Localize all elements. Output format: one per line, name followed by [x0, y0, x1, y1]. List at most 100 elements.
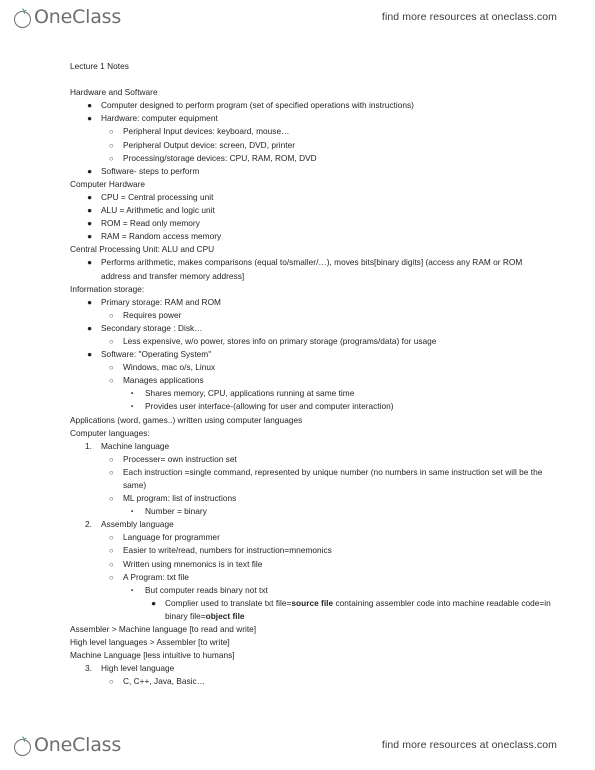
page-footer: OneClass find more resources at oneclass…: [0, 728, 595, 762]
notes-item-text: ML program: list of instructions: [123, 493, 237, 504]
notes-bullet-item: ● Software: "Operating System": [70, 348, 551, 361]
notes-item-text: Primary storage: RAM and ROM: [101, 296, 221, 307]
notes-item-text: C, C++, Java, Basic…: [123, 676, 206, 687]
notes-item-text: But computer reads binary not txt: [145, 584, 268, 595]
notes-item-text: A Program: txt file: [123, 571, 189, 582]
circle-bullet-icon: ○: [109, 533, 114, 543]
square-bullet-icon: ▪: [131, 390, 134, 398]
notes-item-text: Processing/storage devices: CPU, RAM, RO…: [123, 152, 317, 163]
oneclass-sprout-icon-footer: [14, 735, 33, 756]
notes-bullet-item: ○ Requires power: [70, 309, 551, 322]
notes-paragraph: Information storage:: [70, 283, 145, 294]
notes-item-text: ALU = Arithmetic and logic unit: [101, 205, 215, 216]
notes-item-text: Provides user interface-(allowing for us…: [145, 401, 394, 412]
notes-item-text: Easier to write/read, numbers for instru…: [123, 545, 332, 556]
circle-bullet-icon: ○: [109, 559, 114, 569]
notes-item-text: Hardware: computer equipment: [101, 113, 218, 124]
notes-paragraph: Assembler > Machine language [to read an…: [70, 624, 257, 635]
circle-bullet-icon: ○: [109, 336, 114, 346]
notes-item-text: Peripheral Output device: screen, DVD, p…: [123, 139, 296, 150]
notes-bullet-item: ● Software- steps to perform: [70, 165, 551, 178]
notes-bullet-item: ▪ Number = binary: [70, 505, 551, 518]
brand-wordmark-header: OneClass: [34, 5, 122, 28]
disc-bullet-icon: ●: [87, 205, 93, 216]
notes-item-text: Performs arithmetic, makes comparisons (…: [101, 257, 523, 281]
notes-bullet-item: ○ Processer= own instruction set: [70, 453, 551, 466]
notes-paragraph: Computer Hardware: [70, 178, 146, 189]
disc-bullet-icon: ●: [87, 100, 93, 111]
notes-bullet-item: ○ Less expensive, w/o power, stores info …: [70, 335, 551, 348]
notes-item-text: Written using mnemonics is in text file: [123, 558, 263, 569]
square-bullet-icon: ▪: [131, 403, 134, 411]
circle-bullet-icon: ○: [109, 546, 114, 556]
notes-item-text: RAM = Random access memory: [101, 231, 222, 242]
oneclass-sprout-icon: [14, 7, 33, 28]
disc-bullet-icon: ●: [87, 165, 93, 176]
disc-bullet-icon: ●: [87, 218, 93, 229]
notes-bullet-item: ○ Language for programmer: [70, 531, 551, 544]
notes-paragraph: Lecture 1 Notes: [70, 61, 129, 71]
brand-wordmark-footer: OneClass: [34, 733, 122, 756]
disc-bullet-icon: ●: [151, 597, 157, 608]
notes-paragraph: Machine Language [less intuitive to huma…: [70, 650, 235, 661]
promo-text-footer: find more resources at oneclass.com: [381, 739, 557, 751]
notes-bullet-item: ● Primary storage: RAM and ROM: [70, 296, 551, 309]
circle-bullet-icon: ○: [109, 127, 114, 137]
leaf-sprout-icon-footer: [21, 735, 27, 742]
notes-paragraph: Hardware and Software: [70, 87, 158, 98]
square-bullet-icon: ▪: [131, 508, 134, 516]
notes-bullet-item: ○ Manages applications: [70, 374, 551, 387]
notes-item-text: Manages applications: [123, 375, 204, 386]
notes-item-text: Language for programmer: [123, 532, 220, 543]
circle-bullet-icon: ○: [109, 467, 114, 477]
notes-bullet-item: ▪ But computer reads binary not txt: [70, 584, 551, 597]
circle-bullet-icon: ○: [109, 454, 114, 464]
notes-numbered-item: 1. Machine language: [70, 440, 551, 453]
notes-bullet-item: ○ Written using mnemonics is in text file: [70, 558, 551, 571]
notes-bullet-item: ● Secondary storage : Disk…: [70, 322, 551, 335]
notes-bullet-item: ○ Peripheral Input devices: keyboard, mou…: [70, 125, 551, 138]
notes-paragraph: Applications (word, games..) written usi…: [70, 414, 303, 425]
notes-bullet-item: ● Computer designed to perform program (s…: [70, 99, 551, 112]
notes-item-text: Peripheral Input devices: keyboard, mous…: [123, 126, 290, 137]
notes-bullet-item: ▪ Shares memory, CPU, applications runnin…: [70, 387, 551, 400]
circle-bullet-icon: ○: [109, 140, 114, 150]
notes-bullet-item: ○ A Program: txt file: [70, 571, 551, 584]
notes-bullet-item: ○ Peripheral Output device: screen, DVD, …: [70, 139, 551, 152]
notes-bullet-item: ○ C, C++, Java, Basic…: [70, 675, 551, 688]
circle-bullet-icon: ○: [109, 494, 114, 504]
notes-item-text: Each instruction =single command, repres…: [123, 466, 543, 490]
circle-bullet-icon: ○: [109, 310, 114, 320]
notes-bullet-item: ○ ML program: list of instructions: [70, 492, 551, 505]
notes-item-text: High level language: [101, 663, 175, 674]
notes-item-text: Software: "Operating System": [101, 349, 212, 360]
circle-bullet-icon: ○: [109, 677, 114, 687]
disc-bullet-icon: ●: [87, 296, 93, 307]
notes-item-text: Shares memory, CPU, applications running…: [145, 388, 355, 399]
list-number-marker: 2.: [85, 519, 92, 530]
notes-bullet-item: ▪ Provides user interface-(allowing for u…: [70, 400, 551, 413]
notes-bullet-item: ● Hardware: computer equipment: [70, 112, 551, 125]
list-number-marker: 3.: [85, 663, 92, 674]
square-bullet-icon: ▪: [131, 586, 134, 594]
notes-numbered-item: 3. High level language: [70, 662, 551, 675]
disc-bullet-icon: ●: [87, 113, 93, 124]
disc-bullet-icon: ●: [87, 191, 93, 202]
notes-item-text: Complier used to translate txt file=sour…: [165, 597, 551, 621]
notes-bullet-item: ○ Windows, mac o/s, Linux: [70, 361, 551, 374]
notes-bullet-item: ○ Easier to write/read, numbers for instr…: [70, 544, 551, 557]
oneclass-logo-header: OneClass: [14, 5, 122, 28]
notes-bullet-item: ○ Each instruction =single command, repre…: [70, 466, 551, 492]
promo-text-header: find more resources at oneclass.com: [381, 11, 557, 23]
page-header: OneClass find more resources at oneclass…: [0, 0, 595, 34]
notes-item-text: CPU = Central processing unit: [101, 191, 214, 202]
circle-bullet-icon: ○: [109, 376, 114, 386]
circle-bullet-icon: ○: [109, 153, 114, 163]
disc-bullet-icon: ●: [87, 257, 93, 268]
notes-paragraph: Computer languages:: [70, 427, 150, 438]
notes-item-text: Assembly language: [101, 519, 174, 530]
notes-item-text: Requires power: [123, 309, 182, 320]
notes-item-text: Windows, mac o/s, Linux: [123, 362, 216, 373]
circle-bullet-icon: ○: [109, 572, 114, 582]
